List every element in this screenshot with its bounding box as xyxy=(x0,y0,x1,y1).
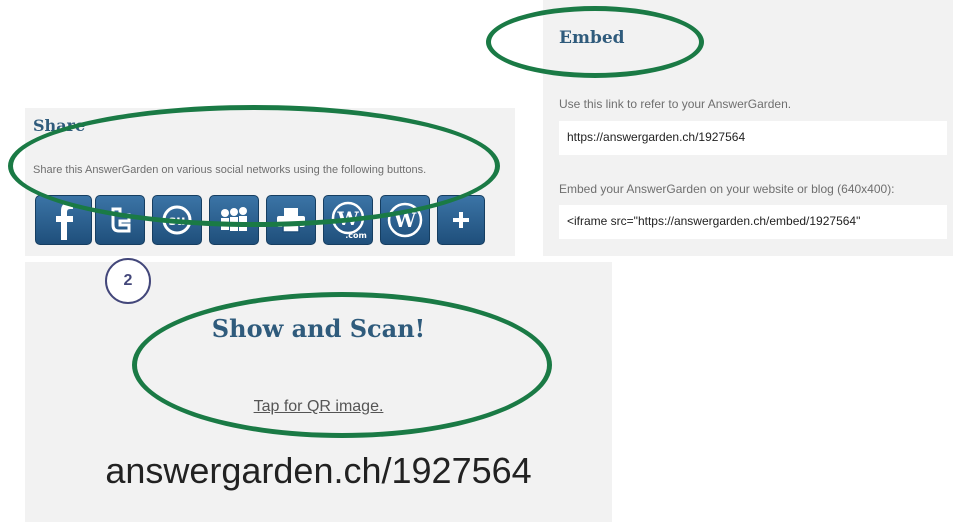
highlight-ellipse-embed xyxy=(486,6,704,78)
plus-icon xyxy=(453,212,469,228)
embed-code-field[interactable]: <iframe src="https://answergarden.ch/emb… xyxy=(559,205,947,239)
step-number-badge: 2 xyxy=(105,258,151,304)
svg-text:.com: .com xyxy=(345,231,367,240)
garden-url: answergarden.ch/1927564 xyxy=(105,450,532,491)
link-label: Use this link to refer to your AnswerGar… xyxy=(559,97,792,111)
link-field[interactable]: https://answergarden.ch/1927564 xyxy=(559,121,947,155)
highlight-ellipse-share xyxy=(8,105,500,227)
embed-label: Embed your AnswerGarden on your website … xyxy=(559,182,895,196)
highlight-ellipse-qr xyxy=(132,292,552,438)
